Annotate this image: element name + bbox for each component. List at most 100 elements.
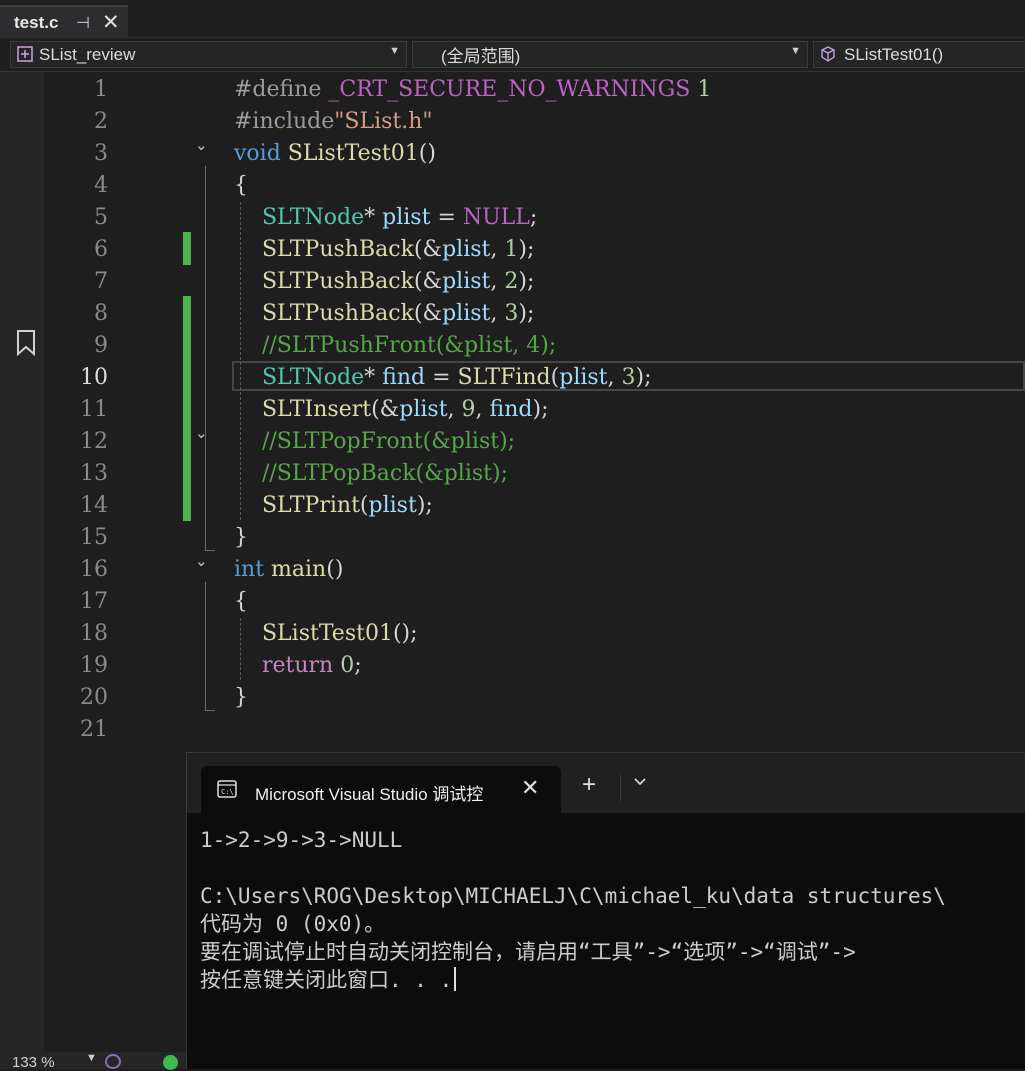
code-line[interactable]: SLTPushBack(&plist, 1); [234, 234, 534, 266]
pin-icon[interactable]: ⊣ [76, 13, 90, 33]
terminal-line-text: 要在调试停止时自动关闭控制台，请启用“工具”->“选项”->“调试”-> [200, 940, 856, 964]
code-token: (& [413, 269, 443, 294]
scope-label: (全局范围) [441, 47, 521, 66]
line-number: 6 [94, 237, 108, 262]
code-token: ( [359, 493, 369, 518]
code-token: ; [529, 205, 538, 230]
code-line[interactable]: SLTNode* find = SLTFind(plist, 3); [234, 362, 652, 394]
debug-console-window: C:\ Microsoft Visual Studio 调试控 ✕ + 1->2… [186, 752, 1025, 1069]
bookmark-icon[interactable] [16, 330, 36, 356]
terminal-line-text: C:\Users\ROG\Desktop\MICHAELJ\C\michael_… [200, 884, 946, 908]
code-token: SLTNode [261, 205, 365, 230]
fold-collapse-icon[interactable]: ⌄ [195, 552, 208, 570]
code-token: plist [442, 301, 491, 326]
code-token: int [234, 557, 265, 582]
code-token: } [234, 525, 248, 550]
chevron-down-icon: ▼ [790, 45, 801, 57]
code-token: plist [368, 493, 417, 518]
code-token: () [326, 557, 344, 582]
code-line[interactable]: void SListTest01() [234, 138, 436, 170]
code-line[interactable]: SLTPushBack(&plist, 3); [234, 298, 534, 330]
close-icon[interactable]: ✕ [521, 775, 539, 801]
close-icon[interactable]: ✕ [102, 10, 120, 35]
code-token: (); [392, 621, 418, 646]
console-icon: C:\ [217, 780, 237, 798]
code-token: find [489, 397, 533, 422]
terminal-line: 按任意键关闭此窗口. . . [200, 966, 457, 994]
code-line[interactable]: } [234, 682, 248, 714]
terminal-line: 代码为 0 (0x0)。 [200, 910, 385, 938]
line-number: 10 [80, 365, 108, 390]
code-line[interactable]: #include"SList.h" [234, 106, 433, 138]
line-number: 19 [80, 653, 108, 678]
code-line[interactable]: { [234, 586, 248, 618]
zoom-level[interactable]: 133 % [12, 1054, 55, 1071]
scope-dropdown[interactable]: (全局范围) ▼ [412, 41, 808, 68]
code-token: 1 [504, 237, 519, 262]
fold-collapse-icon[interactable]: ⌄ [195, 136, 208, 154]
line-number: 1 [94, 77, 108, 102]
chevron-down-icon: ▼ [389, 45, 400, 57]
code-line[interactable]: } [234, 522, 248, 554]
code-line[interactable]: SLTPrint(plist); [234, 490, 433, 522]
code-token: { [234, 173, 248, 198]
chevron-down-icon[interactable] [633, 775, 647, 789]
code-line[interactable]: SLTInsert(&plist, 9, find); [234, 394, 549, 426]
code-token: SListTest01 [261, 621, 393, 646]
code-line[interactable]: { [234, 170, 248, 202]
file-tab-test-c[interactable]: test.c ⊣ ✕ [0, 5, 128, 38]
project-icon [17, 46, 33, 62]
code-token: , [490, 237, 505, 262]
terminal-tab-bar: C:\ Microsoft Visual Studio 调试控 ✕ + [187, 753, 1025, 813]
code-line[interactable]: return 0; [234, 650, 362, 682]
chevron-down-icon[interactable]: ▼ [86, 1052, 97, 1064]
terminal-tab-title: Microsoft Visual Studio 调试控 [255, 785, 484, 804]
change-bar [183, 232, 191, 265]
code-line[interactable]: //SLTPushFront(&plist, 4); [234, 330, 556, 362]
code-line[interactable]: SLTPushBack(&plist, 2); [234, 266, 534, 298]
code-token: ; [354, 653, 362, 678]
terminal-line: 1->2->9->3->NULL [200, 826, 402, 854]
code-token: SLTPushBack [261, 237, 414, 262]
svg-text:C:\: C:\ [221, 788, 234, 796]
project-label: SList_review [39, 44, 136, 64]
scope-line-end [205, 710, 215, 711]
code-token: * [364, 205, 383, 230]
code-token: ); [518, 269, 535, 294]
terminal-tab[interactable]: C:\ Microsoft Visual Studio 调试控 ✕ [201, 766, 561, 813]
document-tab-strip: test.c ⊣ ✕ [0, 0, 1025, 38]
code-token: plist [442, 237, 491, 262]
code-token: ); [532, 397, 549, 422]
line-number: 12 [80, 429, 108, 454]
no-issues-icon[interactable] [163, 1055, 178, 1070]
new-tab-button[interactable]: + [582, 773, 596, 797]
code-line[interactable]: //SLTPopFront(&plist); [234, 426, 515, 458]
code-line[interactable]: SListTest01(); [234, 618, 418, 650]
code-token: 9 [461, 397, 476, 422]
terminal-line-text: 按任意键关闭此窗口. . . [200, 968, 453, 992]
code-token: plist [399, 397, 448, 422]
code-token: ); [635, 365, 652, 390]
code-line[interactable]: #define _CRT_SECURE_NO_WARNINGS 1 [234, 74, 711, 106]
code-token: ); [416, 493, 433, 518]
scope-line [205, 582, 206, 710]
terminal-line: 要在调试停止时自动关闭控制台，请启用“工具”->“选项”->“调试”-> [200, 938, 856, 966]
code-token: , [475, 397, 490, 422]
code-token: plist [382, 205, 431, 230]
code-line[interactable]: int main() [234, 554, 343, 586]
code-token: void [234, 141, 281, 166]
code-token: SLTPrint [261, 493, 360, 518]
code-token: { [234, 589, 248, 614]
palette-icon[interactable] [105, 1054, 121, 1069]
function-dropdown[interactable]: SListTest01() [813, 41, 1025, 68]
scope-line-end [205, 550, 215, 551]
project-dropdown[interactable]: SList_review ▼ [10, 41, 407, 68]
code-line[interactable]: //SLTPopBack(&plist); [234, 458, 508, 490]
code-line[interactable]: SLTNode* plist = NULL; [234, 202, 537, 234]
